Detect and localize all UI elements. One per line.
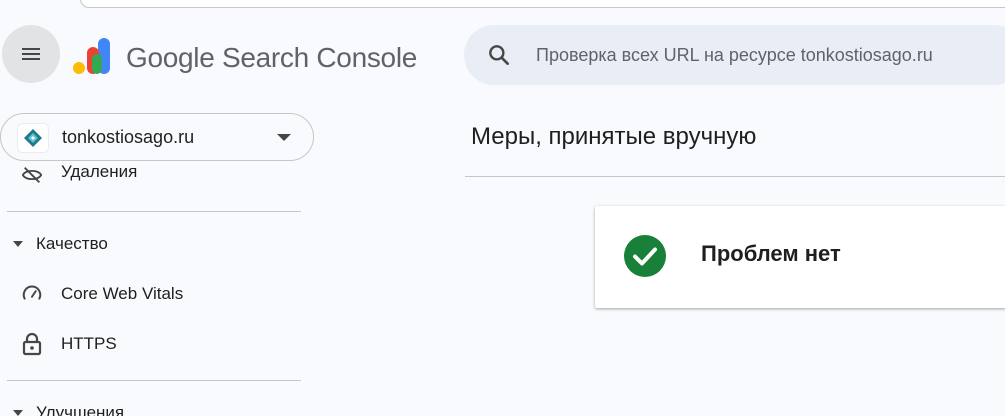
sidebar-item-label: Удаления [61, 162, 138, 181]
property-selector[interactable]: tonkostiosago.ru [0, 113, 314, 161]
product-brand: Google [126, 42, 215, 73]
sidebar-nav: Удаления Качество Core Web Vitals HTTPS … [0, 155, 310, 416]
product-name: Search Console [221, 42, 418, 73]
section-label: Качество [36, 234, 108, 253]
sidebar-divider [7, 380, 301, 381]
caret-down-icon [13, 241, 23, 247]
visibility-off-icon [20, 163, 44, 187]
lock-icon [20, 332, 44, 356]
browser-edge [80, 0, 1005, 8]
section-label: Улучшения [36, 403, 125, 416]
sidebar-section-quality[interactable]: Качество [0, 229, 300, 259]
property-name: tonkostiosago.ru [62, 127, 195, 147]
page-title: Меры, принятые вручную [471, 123, 757, 150]
sidebar-divider [7, 211, 301, 212]
caret-down-icon [13, 410, 23, 416]
sidebar-item-removals[interactable]: Удаления [0, 155, 300, 195]
sidebar-item-https[interactable]: HTTPS [0, 324, 300, 364]
sidebar-item-core-web-vitals[interactable]: Core Web Vitals [0, 274, 300, 314]
dropdown-arrow-icon [277, 134, 291, 141]
title-divider [465, 176, 1005, 177]
hamburger-icon [22, 48, 40, 60]
sidebar-item-label: HTTPS [61, 334, 117, 353]
sidebar-item-label: Core Web Vitals [61, 284, 184, 303]
main-menu-button[interactable] [2, 25, 60, 83]
status-card: Проблем нет [595, 206, 1005, 308]
search-icon [489, 45, 509, 65]
site-favicon-icon [18, 124, 48, 152]
status-text: Проблем нет [701, 241, 841, 266]
search-input[interactable] [536, 43, 1005, 67]
search-console-logo-icon [73, 38, 110, 74]
check-circle-icon [624, 235, 666, 277]
speedometer-icon [20, 282, 44, 306]
product-title[interactable]: Google Search Console [126, 42, 417, 74]
sidebar-section-enhancements[interactable]: Улучшения [0, 398, 300, 416]
url-inspection-search[interactable] [464, 25, 1005, 85]
